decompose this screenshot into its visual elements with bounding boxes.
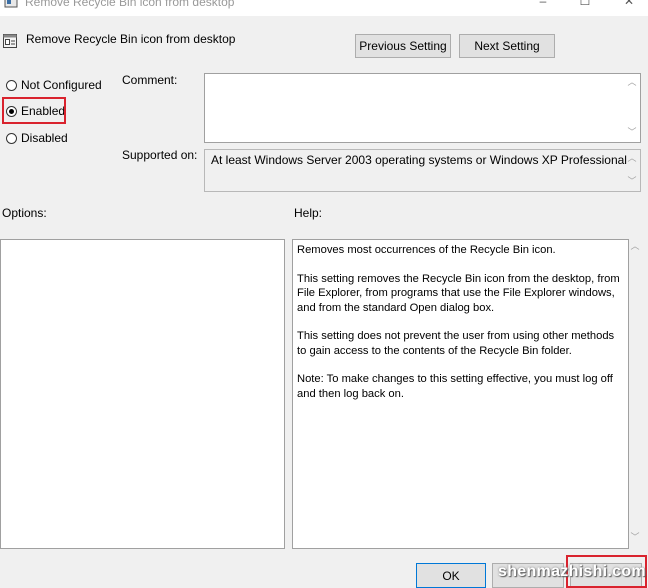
radio-not-configured-circle[interactable] — [6, 79, 17, 91]
help-paragraph: This setting removes the Recycle Bin ico… — [297, 272, 620, 314]
title-bar: Remove Recycle Bin icon from desktop – ☐… — [0, 0, 648, 16]
help-text: Removes most occurrences of the Recycle … — [297, 243, 623, 415]
policy-document-icon — [4, 0, 18, 8]
radio-disabled-label: Disabled — [21, 131, 68, 145]
help-scrollbar[interactable]: ︿ ﹀ — [629, 239, 642, 549]
next-setting-button[interactable]: Next Setting — [459, 34, 555, 58]
window-title: Remove Recycle Bin icon from desktop — [25, 0, 235, 9]
comment-field[interactable]: ︿ ﹀ — [204, 73, 641, 143]
help-panel: Removes most occurrences of the Recycle … — [292, 239, 629, 549]
help-label: Help: — [294, 206, 323, 220]
policy-title: Remove Recycle Bin icon from desktop — [26, 32, 236, 46]
enabled-highlight-frame — [2, 97, 66, 124]
radio-not-configured-label: Not Configured — [21, 78, 102, 92]
previous-setting-button[interactable]: Previous Setting — [355, 34, 451, 58]
help-paragraph: This setting does not prevent the user f… — [297, 330, 615, 357]
radio-disabled[interactable]: Disabled — [6, 129, 68, 147]
options-label: Options: — [2, 206, 47, 220]
minimize-button[interactable]: – — [528, 0, 558, 10]
radio-disabled-circle[interactable] — [6, 132, 17, 144]
policy-setting-icon — [3, 34, 17, 48]
supported-on-value: At least Windows Server 2003 operating s… — [211, 153, 627, 167]
watermark: shenmazhishi.com — [498, 563, 646, 580]
close-button[interactable]: ✕ — [614, 0, 644, 10]
comment-scroll-up-icon[interactable]: ︿ — [627, 78, 637, 87]
comment-scroll-down-icon[interactable]: ﹀ — [627, 128, 637, 137]
help-paragraph: Note: To make changes to this setting ef… — [297, 373, 613, 400]
supported-on-field: At least Windows Server 2003 operating s… — [204, 149, 641, 192]
help-scroll-down-icon[interactable]: ﹀ — [630, 533, 640, 542]
comment-label: Comment: — [122, 73, 178, 87]
help-scroll-up-icon[interactable]: ︿ — [630, 242, 640, 251]
help-paragraph: Removes most occurrences of the Recycle … — [297, 244, 556, 256]
supported-scroll-up-icon[interactable]: ︿ — [627, 154, 637, 163]
radio-not-configured[interactable]: Not Configured — [6, 76, 102, 94]
supported-scroll-down-icon[interactable]: ﹀ — [627, 177, 637, 186]
ok-button[interactable]: OK — [416, 563, 486, 588]
supported-on-label: Supported on: — [122, 148, 198, 162]
maximize-button[interactable]: ☐ — [570, 0, 600, 10]
options-panel — [0, 239, 285, 549]
